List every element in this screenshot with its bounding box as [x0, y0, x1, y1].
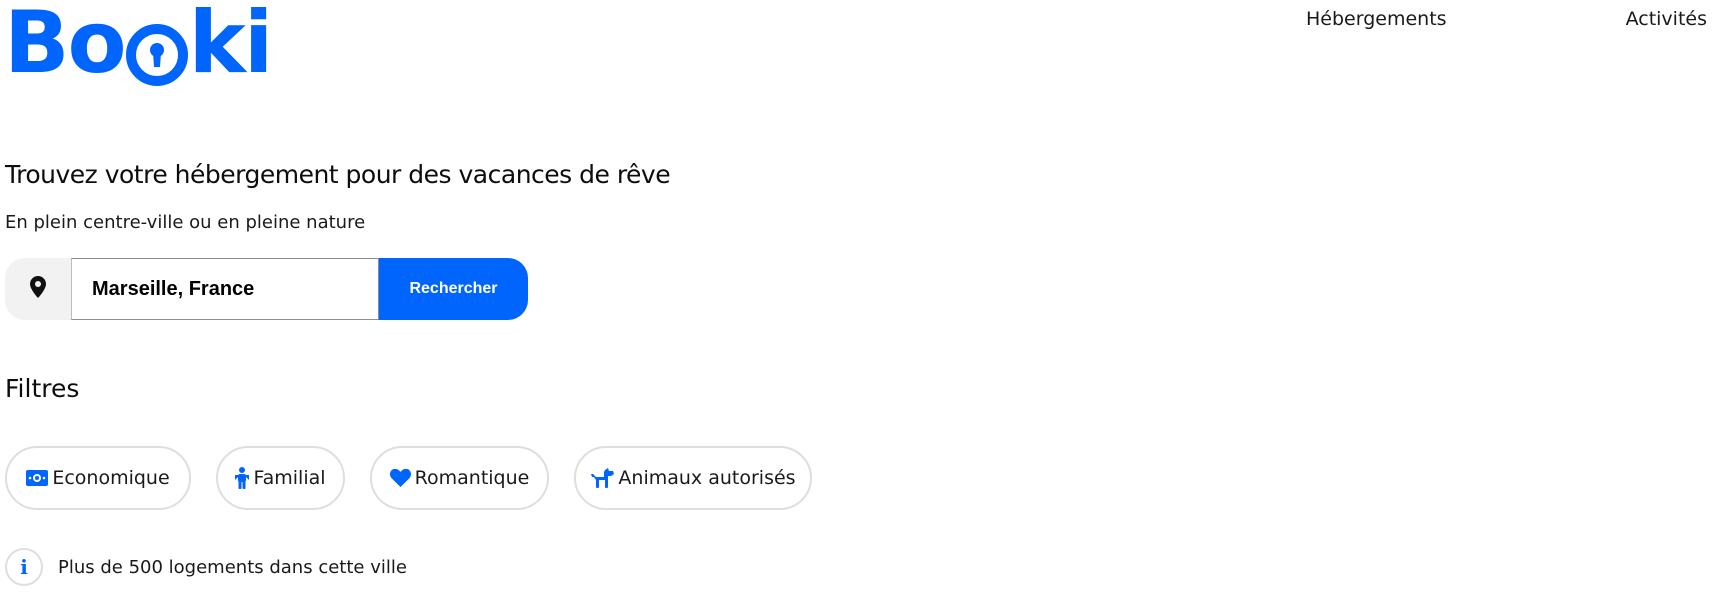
info-notice: i Plus de 500 logements dans cette ville — [5, 547, 407, 587]
filter-label: Romantique — [414, 467, 530, 489]
main-nav: Hébergements Activités — [0, 6, 1717, 36]
info-text: Plus de 500 logements dans cette ville — [58, 556, 407, 578]
money-bill-icon — [26, 470, 49, 486]
location-icon-box — [5, 258, 71, 320]
dog-icon — [590, 468, 615, 488]
heart-icon — [389, 469, 411, 487]
search-button[interactable]: Rechercher — [379, 258, 528, 320]
filter-list: Economique Familial Romantique Animaux a… — [0, 446, 1717, 510]
filter-label: Economique — [52, 467, 170, 489]
info-glyph: i — [20, 555, 28, 579]
search-bar: Marseille, France Rechercher — [5, 258, 528, 320]
filter-romantique[interactable]: Romantique — [370, 446, 549, 510]
filter-animaux[interactable]: Animaux autorisés — [574, 446, 812, 510]
page-subtitle: En plein centre-ville ou en pleine natur… — [5, 212, 366, 233]
filter-label: Animaux autorisés — [618, 467, 796, 489]
search-input[interactable]: Marseille, France — [71, 258, 379, 320]
map-pin-icon — [30, 276, 46, 302]
info-icon: i — [5, 548, 43, 586]
filter-familial[interactable]: Familial — [216, 446, 345, 510]
nav-link-hebergements[interactable]: Hébergements — [1306, 8, 1447, 30]
page-title: Trouvez votre hébergement pour des vacan… — [5, 160, 671, 189]
filter-label: Familial — [253, 467, 326, 489]
filters-title: Filtres — [5, 374, 80, 403]
filter-economique[interactable]: Economique — [5, 446, 191, 510]
nav-link-activites[interactable]: Activités — [1626, 8, 1707, 30]
child-icon — [235, 467, 250, 489]
